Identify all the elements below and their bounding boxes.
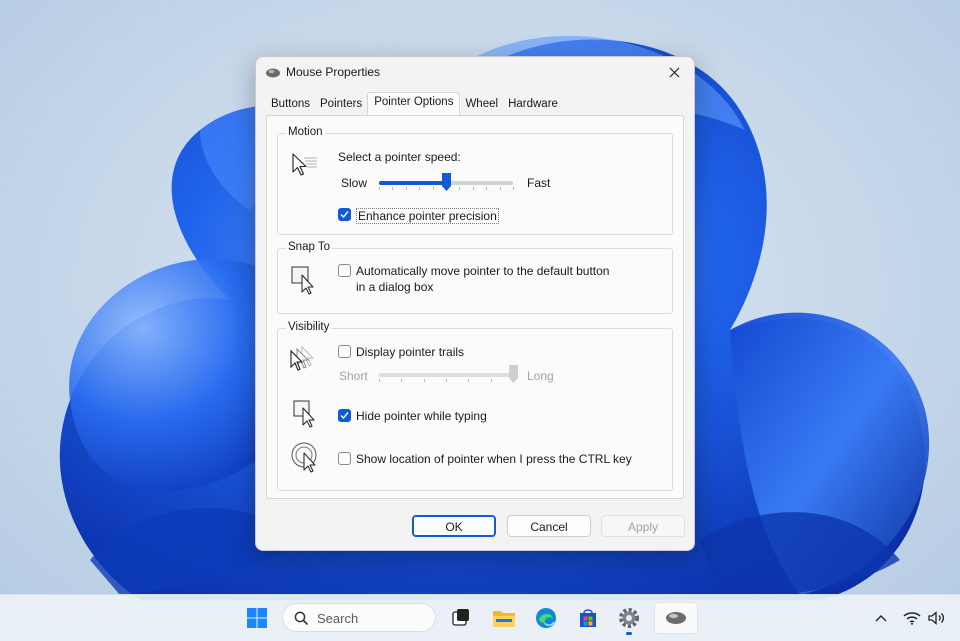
slider-tick xyxy=(490,379,492,382)
slider-tick xyxy=(499,187,501,190)
cancel-button[interactable]: Cancel xyxy=(507,515,591,537)
show-location-icon xyxy=(291,442,317,473)
mouse-properties-taskbar-button[interactable] xyxy=(654,602,698,634)
pointer-trails-label[interactable]: Display pointer trails xyxy=(356,345,464,359)
slow-label: Slow xyxy=(341,176,368,190)
enhance-precision-label[interactable]: Enhance pointer precision xyxy=(356,208,499,224)
taskbar: Search xyxy=(0,594,960,641)
hide-pointer-label[interactable]: Hide pointer while typing xyxy=(356,409,487,423)
slider-tick xyxy=(472,187,474,190)
wifi-button[interactable] xyxy=(900,602,924,634)
slider-tick xyxy=(459,187,461,190)
settings-gear-icon xyxy=(619,608,639,628)
tab-buttons[interactable]: Buttons xyxy=(266,94,315,116)
start-button[interactable] xyxy=(241,602,273,634)
pointer-trails-icon xyxy=(290,345,315,371)
show-hidden-icons-button[interactable] xyxy=(868,602,894,634)
visibility-group: Visibility Display pointer trails Short … xyxy=(277,321,673,491)
microsoft-store-button[interactable] xyxy=(572,602,604,634)
title-bar[interactable]: Mouse Properties xyxy=(256,57,694,89)
visibility-group-label: Visibility xyxy=(286,321,332,333)
show-location-label[interactable]: Show location of pointer when I press th… xyxy=(356,452,632,466)
edge-browser-button[interactable] xyxy=(530,602,562,634)
short-label: Short xyxy=(339,369,368,383)
snap-to-label-line2[interactable]: in a dialog box xyxy=(356,280,433,294)
slider-tick xyxy=(419,187,421,190)
slider-tick xyxy=(486,187,488,190)
task-view-icon xyxy=(452,609,469,626)
snap-to-checkbox[interactable] xyxy=(338,264,351,277)
mouse-app-icon xyxy=(666,612,686,624)
volume-button[interactable] xyxy=(925,602,949,634)
edge-browser-icon xyxy=(536,608,556,628)
pointer-trails-checkbox[interactable] xyxy=(338,345,351,358)
tab-pointers[interactable]: Pointers xyxy=(315,94,367,116)
microsoft-store-icon xyxy=(580,609,596,627)
speed-label: Select a pointer speed: xyxy=(338,150,461,164)
tab-wheel[interactable]: Wheel xyxy=(460,94,503,116)
tab-strip: Buttons Pointers Pointer Options Wheel H… xyxy=(266,92,563,117)
trail-ticks xyxy=(379,379,514,382)
settings-active-indicator xyxy=(626,632,632,635)
file-explorer-icon xyxy=(493,611,515,627)
pointer-speed-thumb[interactable] xyxy=(441,172,452,192)
slider-tick xyxy=(432,187,434,190)
mouse-properties-dialog: Mouse Properties Buttons Pointers Pointe… xyxy=(255,56,695,551)
slider-tick xyxy=(468,379,470,382)
wifi-icon xyxy=(903,612,921,625)
snap-to-icon xyxy=(291,266,314,295)
chevron-up-icon xyxy=(875,615,887,622)
pointer-speed-fill xyxy=(379,181,446,185)
close-icon xyxy=(669,67,679,77)
close-button[interactable] xyxy=(654,57,694,87)
motion-group-label: Motion xyxy=(286,126,325,138)
mouse-icon xyxy=(266,68,280,78)
snap-to-group: Snap To Automatically move pointer to th… xyxy=(277,241,673,314)
slider-tick xyxy=(379,379,380,382)
show-location-checkbox[interactable] xyxy=(338,452,351,465)
pointer-options-page: Motion Select a pointer speed: Slow Fast… xyxy=(266,115,684,499)
snap-to-label-line1[interactable]: Automatically move pointer to the defaul… xyxy=(356,264,609,278)
slider-tick xyxy=(423,379,425,382)
search-icon xyxy=(294,611,309,626)
slider-tick xyxy=(405,187,407,190)
slider-tick xyxy=(513,187,514,190)
slider-tick xyxy=(401,379,403,382)
search-placeholder: Search xyxy=(317,611,359,626)
window-title: Mouse Properties xyxy=(286,65,381,79)
tab-pointer-options[interactable]: Pointer Options xyxy=(367,92,461,117)
hide-pointer-icon xyxy=(293,400,315,428)
ok-button[interactable]: OK xyxy=(412,515,496,537)
pointer-speed-icon xyxy=(292,153,317,176)
motion-group: Motion Select a pointer speed: Slow Fast… xyxy=(277,126,673,235)
trail-length-slider[interactable] xyxy=(379,373,513,377)
hide-pointer-checkbox[interactable] xyxy=(338,409,351,422)
tab-hardware[interactable]: Hardware xyxy=(503,94,563,116)
slider-tick xyxy=(446,379,447,382)
speaker-icon xyxy=(928,611,945,625)
snap-to-group-label: Snap To xyxy=(286,241,332,253)
settings-button[interactable] xyxy=(613,602,645,635)
enhance-precision-checkbox[interactable] xyxy=(338,208,351,221)
long-label: Long xyxy=(527,369,554,383)
fast-label: Fast xyxy=(527,176,551,190)
slider-tick xyxy=(392,187,394,190)
file-explorer-button[interactable] xyxy=(488,602,520,634)
windows-start-icon xyxy=(247,608,267,628)
apply-button[interactable]: Apply xyxy=(601,515,685,537)
slider-tick xyxy=(379,187,380,190)
taskbar-search-box[interactable]: Search xyxy=(282,603,436,632)
trail-length-thumb[interactable] xyxy=(508,364,519,384)
task-view-button[interactable] xyxy=(445,602,477,634)
